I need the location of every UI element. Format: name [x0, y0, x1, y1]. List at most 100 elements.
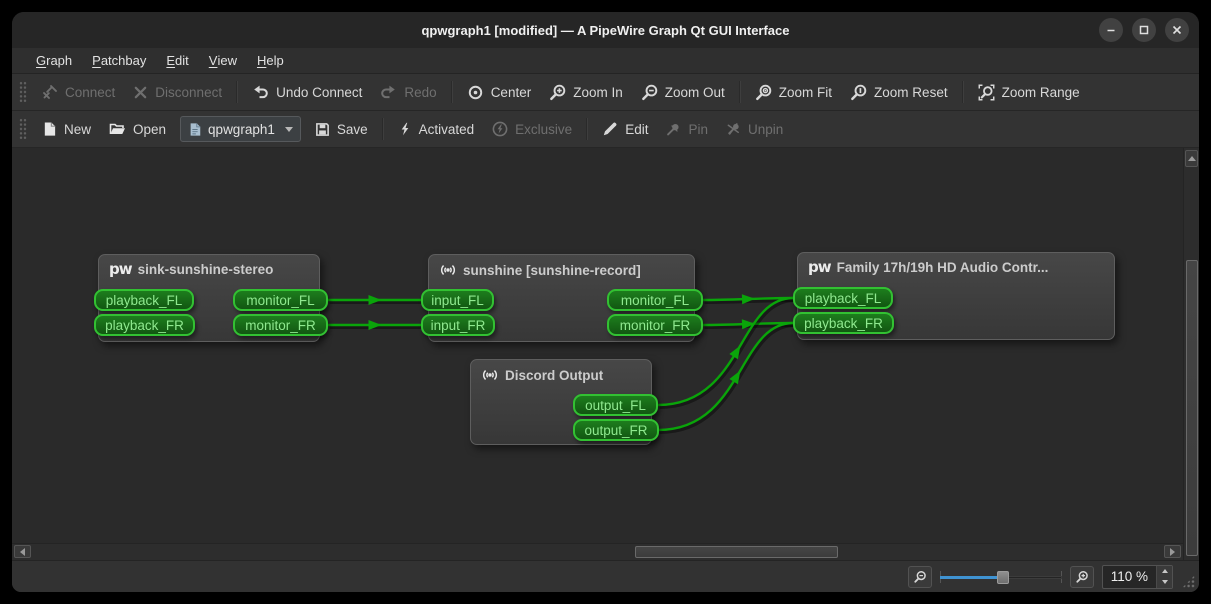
node-title: sink-sunshine-stereo	[138, 262, 274, 277]
connect-button[interactable]: Connect	[33, 79, 124, 105]
zoom-in-button[interactable]: Zoom In	[540, 79, 632, 106]
spin-down-button[interactable]	[1157, 577, 1172, 588]
vertical-scroll-thumb[interactable]	[1186, 260, 1198, 556]
port-monitor_FR[interactable]: monitor_FR	[607, 314, 703, 336]
menu-item-patchbay[interactable]: Patchbay	[82, 48, 156, 73]
center-label: Center	[491, 85, 532, 100]
zoom-fit-button[interactable]: Zoom Fit	[746, 79, 841, 106]
undo-connect-button[interactable]: Undo Connect	[243, 79, 371, 105]
zoom-reset-button[interactable]: Zoom Reset	[841, 79, 957, 106]
zoom-slider[interactable]	[940, 568, 1062, 586]
status-zoom-in-button[interactable]	[1070, 566, 1094, 588]
app-window: qpwgraph1 [modified] — A PipeWire Graph …	[12, 12, 1199, 592]
undo-icon	[252, 84, 269, 100]
port-monitor_FL[interactable]: monitor_FL	[607, 289, 703, 311]
scroll-left-button[interactable]	[14, 545, 31, 558]
save-label: Save	[337, 122, 368, 137]
toolbar-drag-handle[interactable]	[19, 118, 27, 140]
patchbay-file-icon	[188, 122, 202, 137]
minimize-icon	[1105, 24, 1117, 36]
port-monitor_FL[interactable]: monitor_FL	[233, 289, 328, 311]
port-output_FR[interactable]: output_FR	[573, 419, 659, 441]
zoom-out-button[interactable]: Zoom Out	[632, 79, 734, 106]
zoom-value: 110 %	[1103, 569, 1156, 584]
disconnect-button[interactable]: Disconnect	[124, 80, 231, 105]
unpin-button[interactable]: Unpin	[717, 117, 792, 142]
toolbar-separator	[586, 118, 588, 140]
zoom-spinbox[interactable]: 110 %	[1102, 565, 1173, 589]
spin-up-button[interactable]	[1157, 566, 1172, 577]
toolbar-separator	[739, 81, 741, 103]
menu-item-help[interactable]: Help	[247, 48, 294, 73]
pin-button[interactable]: Pin	[657, 117, 717, 142]
new-button[interactable]: New	[33, 116, 100, 142]
zoom-out-icon	[641, 84, 658, 101]
node-title: sunshine [sunshine-record]	[463, 263, 641, 278]
pipewire-icon: pw	[109, 262, 132, 277]
toolbar-drag-handle[interactable]	[19, 81, 27, 103]
redo-label: Redo	[404, 85, 436, 100]
toolbar-separator	[382, 118, 384, 140]
window-controls	[1099, 18, 1189, 42]
minimize-button[interactable]	[1099, 18, 1123, 42]
disconnect-label: Disconnect	[155, 85, 222, 100]
pipewire-icon: pw	[808, 260, 831, 275]
zoom-fit-icon	[755, 84, 772, 101]
menu-item-view[interactable]: View	[199, 48, 247, 73]
close-button[interactable]	[1165, 18, 1189, 42]
stream-icon	[481, 367, 499, 383]
port-monitor_FR[interactable]: monitor_FR	[233, 314, 328, 336]
wire-arrowhead	[729, 346, 740, 360]
port-input_FL[interactable]: input_FL	[421, 289, 494, 311]
save-button[interactable]: Save	[306, 117, 377, 142]
port-playback_FL[interactable]: playback_FL	[94, 289, 194, 311]
status-zoom-out-button[interactable]	[908, 566, 932, 588]
port-input_FR[interactable]: input_FR	[421, 314, 495, 336]
scroll-up-button[interactable]	[1185, 150, 1198, 167]
scroll-right-button[interactable]	[1164, 545, 1181, 558]
port-playback_FL[interactable]: playback_FL	[793, 287, 893, 309]
port-playback_FR[interactable]: playback_FR	[94, 314, 195, 336]
redo-icon	[380, 84, 397, 100]
slider-handle[interactable]	[997, 571, 1009, 584]
graph-toolbar: Connect Disconnect Undo Connect Redo Cen…	[12, 74, 1199, 111]
edit-button[interactable]: Edit	[593, 116, 657, 142]
center-button[interactable]: Center	[458, 79, 541, 106]
zoom-reset-label: Zoom Reset	[874, 85, 948, 100]
connect-label: Connect	[65, 85, 115, 100]
node-header: sunshine [sunshine-record]	[429, 255, 694, 278]
toolbar-separator	[962, 81, 964, 103]
edit-label: Edit	[625, 122, 648, 137]
zoom-out-small-icon	[913, 570, 927, 584]
arrow-down-icon	[1162, 580, 1168, 584]
menu-item-graph[interactable]: Graph	[26, 48, 82, 73]
horizontal-scrollbar[interactable]	[12, 543, 1183, 560]
maximize-icon	[1138, 24, 1150, 36]
graph-canvas[interactable]: pwsink-sunshine-stereoplayback_FLplaybac…	[12, 148, 1183, 543]
exclusive-label: Exclusive	[515, 122, 572, 137]
activated-bolt-icon	[398, 121, 412, 137]
port-playback_FR[interactable]: playback_FR	[793, 312, 894, 334]
arrow-right-icon	[1170, 548, 1175, 556]
unpin-label: Unpin	[748, 122, 783, 137]
undo-label: Undo Connect	[276, 85, 362, 100]
horizontal-scroll-thumb[interactable]	[635, 546, 838, 558]
menu-item-edit[interactable]: Edit	[156, 48, 198, 73]
node-header: pw Family 17h/19h HD Audio Contr...	[798, 253, 1114, 275]
port-output_FL[interactable]: output_FL	[573, 394, 658, 416]
zoom-out-label: Zoom Out	[665, 85, 725, 100]
node-title: Family 17h/19h HD Audio Contr...	[837, 260, 1049, 275]
open-button[interactable]: Open	[100, 116, 175, 142]
titlebar[interactable]: qpwgraph1 [modified] — A PipeWire Graph …	[12, 12, 1199, 48]
save-icon	[315, 122, 330, 137]
arrow-up-icon	[1162, 569, 1168, 573]
exclusive-button[interactable]: Exclusive	[483, 116, 581, 142]
redo-button[interactable]: Redo	[371, 79, 445, 105]
zoom-range-button[interactable]: Zoom Range	[969, 79, 1089, 106]
session-combobox[interactable]: qpwgraph1	[180, 116, 301, 142]
chevron-down-icon	[285, 127, 293, 132]
maximize-button[interactable]	[1132, 18, 1156, 42]
resize-grip[interactable]	[1182, 575, 1195, 588]
vertical-scrollbar[interactable]	[1183, 148, 1199, 560]
activated-button[interactable]: Activated	[389, 116, 484, 142]
